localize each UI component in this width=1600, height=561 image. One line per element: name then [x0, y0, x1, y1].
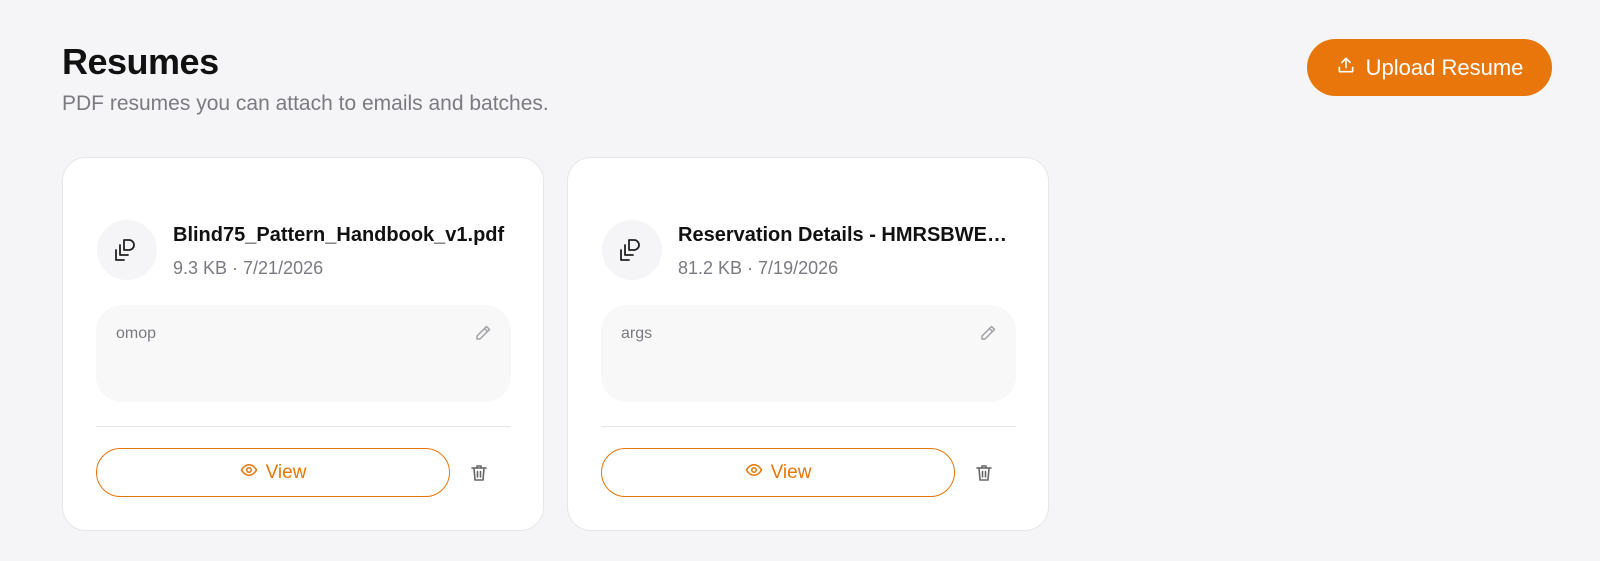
page-header: Resumes PDF resumes you can attach to em… [62, 40, 549, 118]
resume-note[interactable]: omop [96, 305, 511, 402]
trash-icon[interactable] [466, 460, 492, 486]
view-button-label: View [770, 461, 812, 483]
view-button-label: View [265, 461, 307, 483]
resume-card: Blind75_Pattern_Handbook_v1.pdf 9.3 KB ·… [62, 157, 544, 531]
file-icon [602, 220, 662, 280]
page-subtitle: PDF resumes you can attach to emails and… [62, 92, 549, 115]
resume-note[interactable]: args [601, 305, 1016, 402]
resume-file-meta: 9.3 KB · 7/21/2026 [173, 258, 324, 278]
resume-cards: Blind75_Pattern_Handbook_v1.pdf 9.3 KB ·… [62, 157, 1049, 531]
pencil-icon[interactable] [978, 323, 998, 343]
card-divider [96, 426, 511, 427]
resumes-page: Resumes PDF resumes you can attach to em… [0, 0, 1600, 561]
trash-icon[interactable] [971, 460, 997, 486]
eye-icon [745, 461, 763, 485]
resume-card: Reservation Details - HMRSBWED... 81.2 K… [567, 157, 1049, 531]
eye-icon [240, 461, 258, 485]
resume-note-text: omop [116, 325, 157, 342]
upload-resume-button[interactable]: Upload Resume [1307, 39, 1552, 96]
file-icon [97, 220, 157, 280]
page-title: Resumes [62, 41, 219, 82]
resume-note-text: args [621, 325, 653, 342]
resume-file-meta: 81.2 KB · 7/19/2026 [678, 258, 839, 278]
upload-icon [1336, 55, 1356, 81]
upload-resume-label: Upload Resume [1365, 54, 1524, 80]
pencil-icon[interactable] [473, 323, 493, 343]
view-button[interactable]: View [96, 448, 450, 497]
resume-file-name: Reservation Details - HMRSBWED... [678, 224, 1018, 246]
card-divider [601, 426, 1016, 427]
resume-file-name: Blind75_Pattern_Handbook_v1.pdf [173, 224, 505, 246]
view-button[interactable]: View [601, 448, 955, 497]
